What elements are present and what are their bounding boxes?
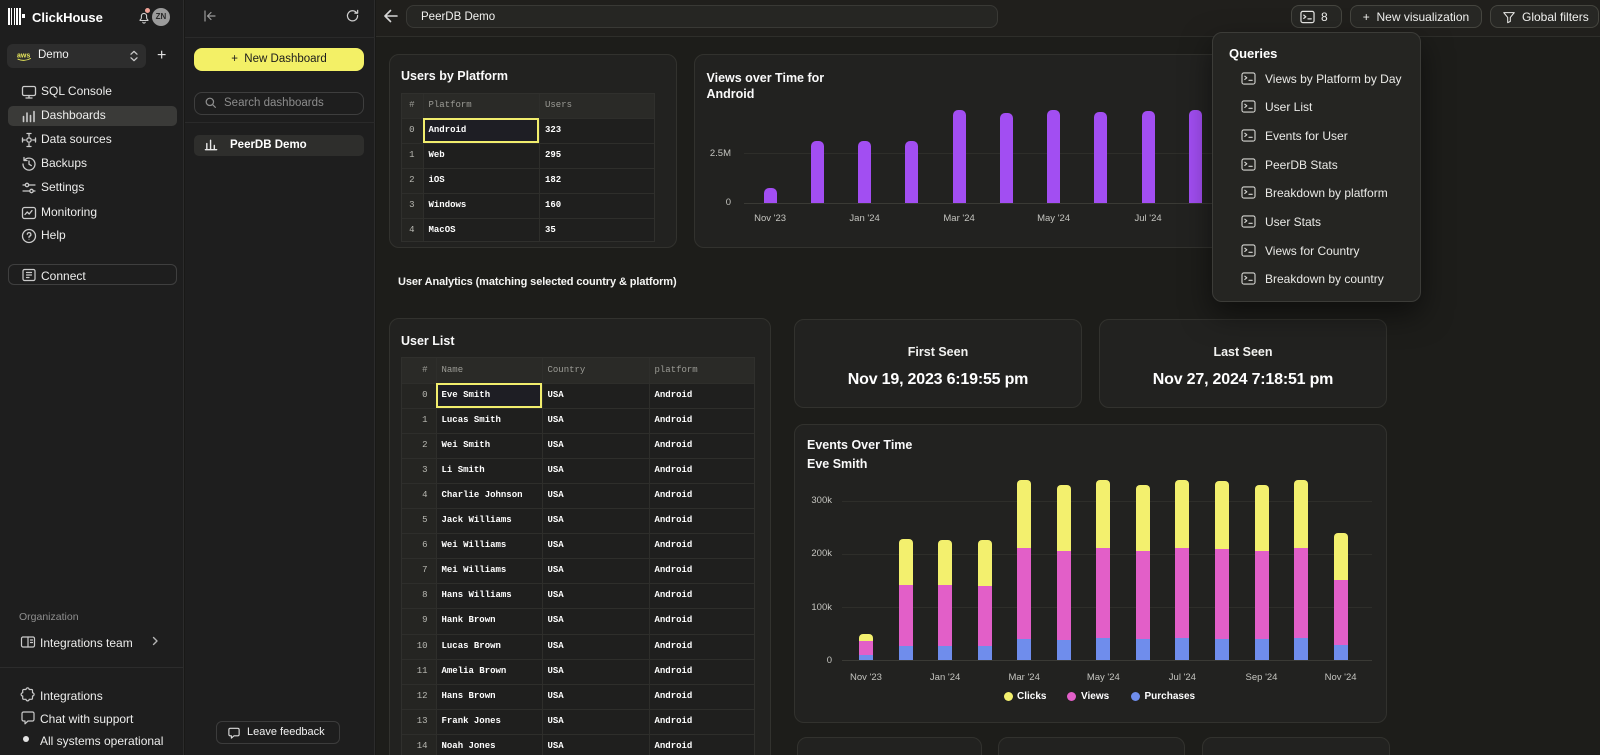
- svg-text:aws: aws: [17, 52, 30, 59]
